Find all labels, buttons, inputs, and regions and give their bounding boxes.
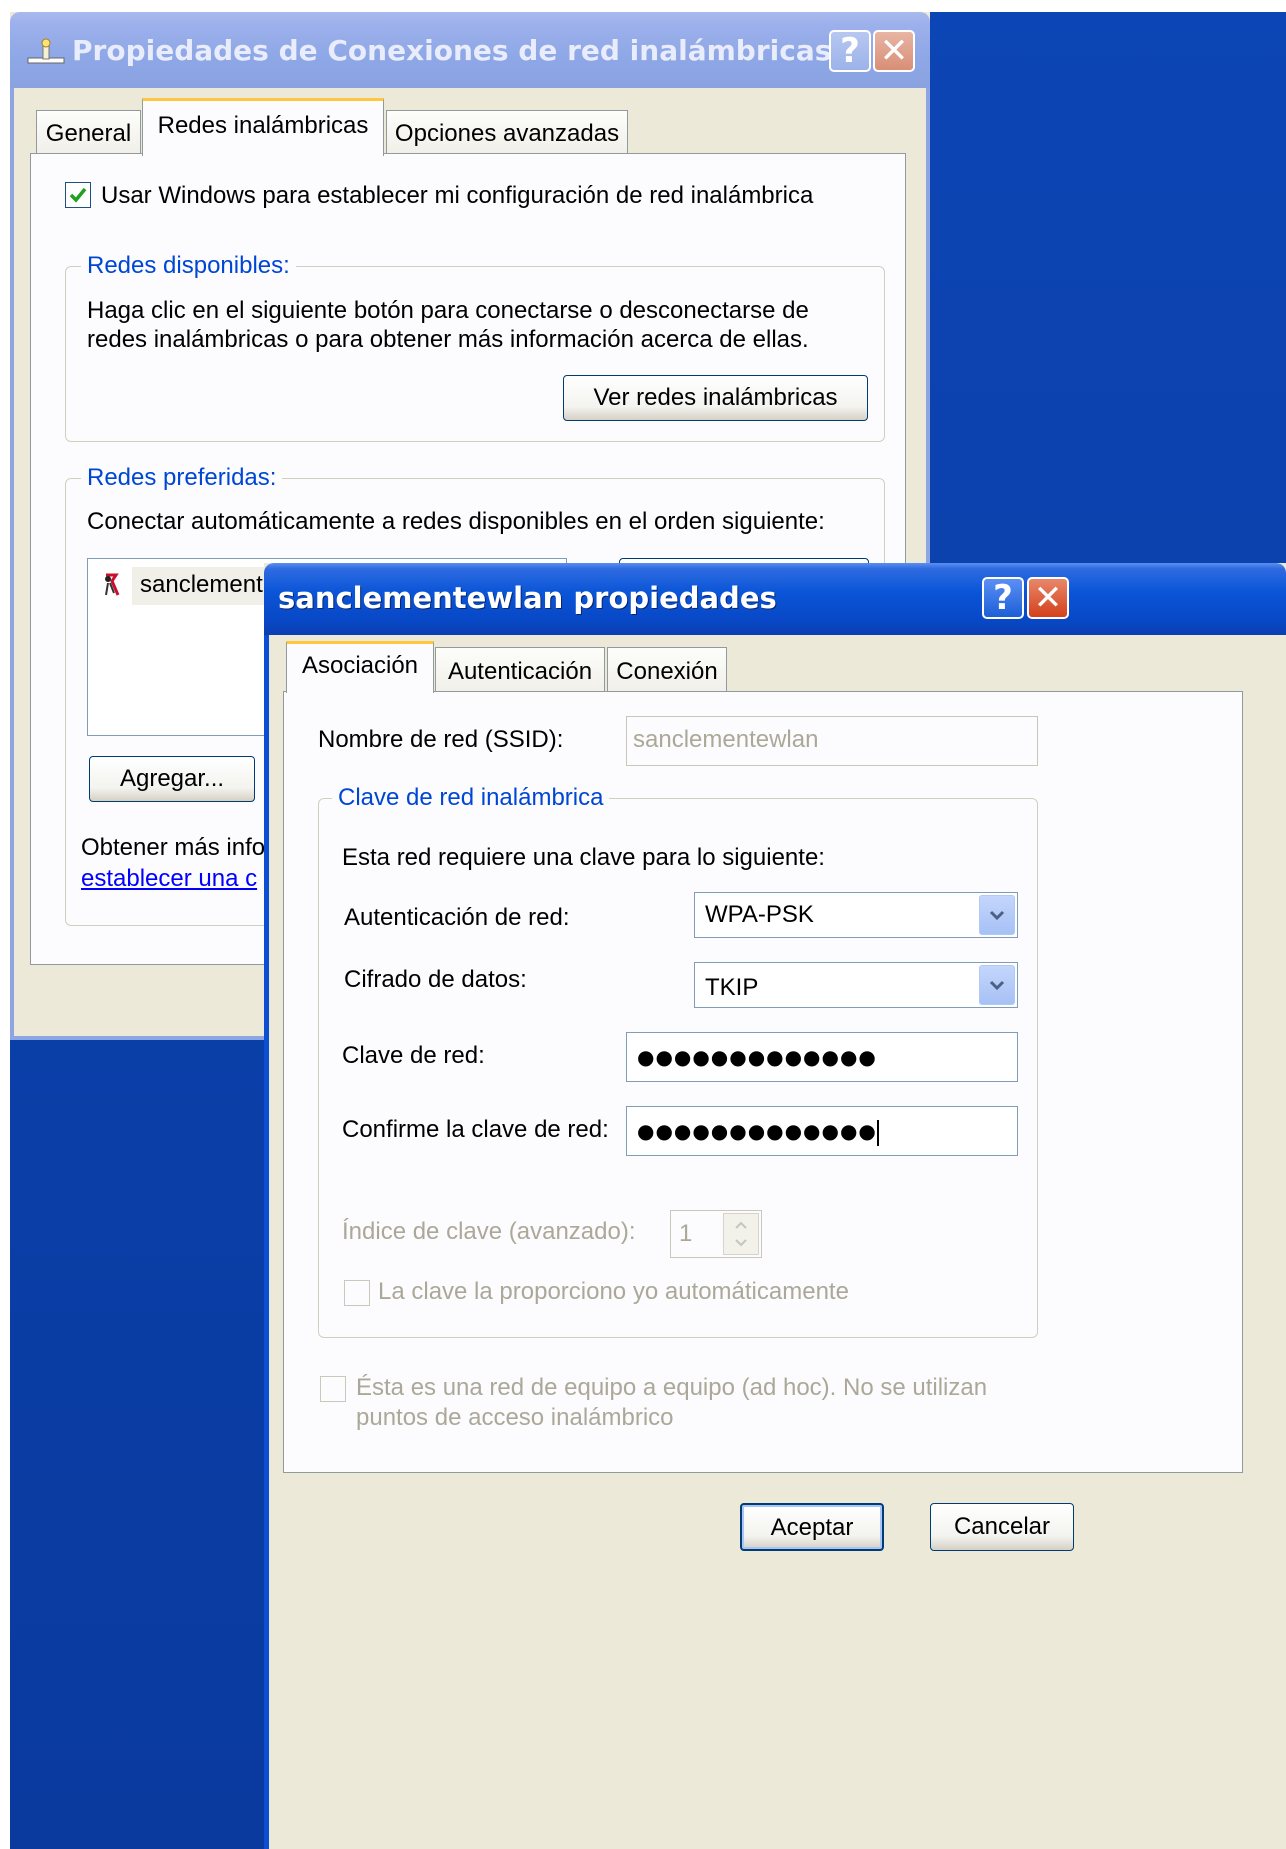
view-wireless-networks-button[interactable]: Ver redes inalámbricas (563, 375, 868, 421)
ok-button[interactable]: Aceptar (740, 1503, 884, 1551)
back-help-button[interactable]: ? (829, 30, 871, 72)
encryption-dropdown-button[interactable] (979, 965, 1015, 1005)
use-windows-checkbox[interactable] (65, 182, 91, 208)
chevron-down-icon (989, 910, 1005, 921)
confirm-key-field[interactable]: ●●●●●●●●●●●●● (626, 1106, 1018, 1156)
network-connection-icon (26, 38, 66, 68)
cancel-button[interactable]: Cancelar (930, 1503, 1074, 1551)
front-close-button[interactable]: ✕ (1027, 577, 1069, 619)
tab-association[interactable]: Asociación (286, 641, 434, 693)
key-requirement-text: Esta red requiere una clave para lo sigu… (342, 844, 825, 871)
front-window-titlebar[interactable]: sanclementewlan propiedades ? ✕ (264, 563, 1286, 635)
screen-left-edge (0, 0, 10, 1849)
back-window-left-border (10, 88, 14, 1040)
auto-key-label: La clave la proporciono yo automáticamen… (378, 1278, 849, 1305)
auth-dropdown-button[interactable] (979, 895, 1015, 935)
spinner-arrows-icon (735, 1221, 747, 1247)
tab-advanced-options[interactable]: Opciones avanzadas (386, 110, 628, 154)
use-windows-label: Usar Windows para establecer mi configur… (101, 182, 814, 209)
back-window-titlebar[interactable]: Propiedades de Conexiones de red inalámb… (10, 12, 930, 88)
auto-key-checkbox[interactable] (344, 1280, 370, 1306)
tab-wireless-networks[interactable]: Redes inalámbricas (142, 98, 384, 156)
tab-connection[interactable]: Conexión (607, 647, 727, 693)
key-index-spinner[interactable]: 1 (670, 1210, 762, 1258)
preferred-network-item-label: sanclement (140, 571, 263, 598)
adhoc-checkbox[interactable] (320, 1376, 346, 1402)
wireless-network-icon (102, 571, 124, 599)
ssid-label: Nombre de red (SSID): (318, 726, 564, 753)
spinner-buttons[interactable] (723, 1213, 759, 1255)
preferred-networks-desc: Conectar automáticamente a redes disponi… (87, 508, 825, 535)
back-close-button[interactable]: ✕ (873, 30, 915, 72)
front-help-button[interactable]: ? (982, 577, 1024, 619)
network-key-label: Clave de red: (342, 1042, 485, 1069)
adhoc-label-2: puntos de acceso inalámbrico (356, 1404, 674, 1431)
add-network-button[interactable]: Agregar... (89, 756, 255, 802)
screen-top-edge (0, 0, 1286, 12)
key-index-label: Índice de clave (avanzado): (342, 1218, 636, 1245)
more-info-text: Obtener más info (81, 834, 266, 861)
checkmark-icon (69, 187, 87, 203)
encryption-label: Cifrado de datos: (344, 966, 527, 993)
association-panel: Nombre de red (SSID): sanclementewlan Cl… (283, 691, 1243, 1473)
front-window-left-border (264, 635, 269, 1849)
network-key-field[interactable]: ●●●●●●●●●●●●● (626, 1032, 1018, 1082)
text-cursor (876, 1119, 879, 1146)
more-info-link[interactable]: establecer una c (81, 865, 257, 893)
network-key-legend: Clave de red inalámbrica (332, 784, 610, 812)
auth-label: Autenticación de red: (344, 904, 570, 931)
encryption-select[interactable]: TKIP (694, 962, 1018, 1008)
available-networks-desc-1: Haga clic en el siguiente botón para con… (87, 297, 809, 324)
adhoc-label-1: Ésta es una red de equipo a equipo (ad h… (356, 1374, 988, 1401)
auth-select[interactable]: WPA-PSK (694, 892, 1018, 938)
tab-general[interactable]: General (36, 110, 141, 154)
front-window-title: sanclementewlan propiedades (278, 581, 777, 615)
front-window: sanclementewlan propiedades ? ✕ Asociaci… (264, 563, 1286, 1849)
chevron-down-icon (989, 980, 1005, 991)
ssid-field[interactable]: sanclementewlan (626, 716, 1038, 766)
confirm-key-label: Confirme la clave de red: (342, 1116, 609, 1143)
available-networks-desc-2: redes inalámbricas o para obtener más in… (87, 326, 809, 353)
preferred-networks-legend: Redes preferidas: (81, 464, 283, 492)
tab-authentication[interactable]: Autenticación (435, 647, 605, 693)
back-window-title: Propiedades de Conexiones de red inalámb… (72, 34, 832, 67)
available-networks-legend: Redes disponibles: (81, 252, 296, 280)
